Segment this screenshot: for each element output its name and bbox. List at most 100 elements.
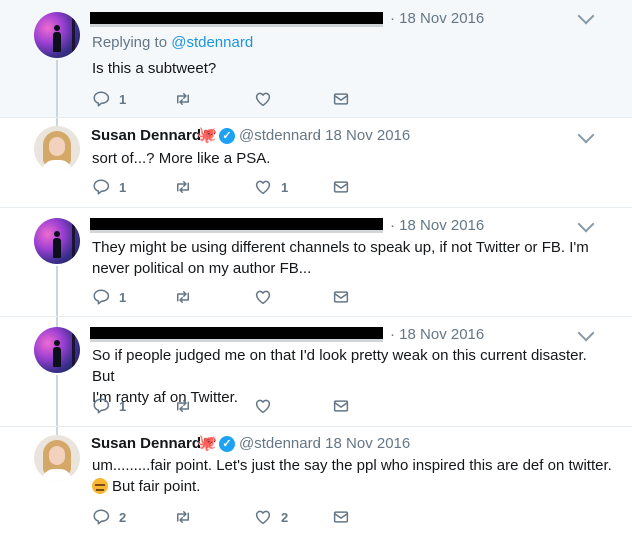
direct-message-button[interactable] xyxy=(332,396,350,416)
thread-connector xyxy=(56,427,58,435)
avatar[interactable] xyxy=(34,218,80,264)
reply-icon xyxy=(93,91,110,107)
retweet-icon xyxy=(177,400,189,412)
tweet-text-line: sort of...? More like a PSA. xyxy=(92,150,271,167)
retweet-button[interactable] xyxy=(174,396,201,416)
tweet[interactable]: · 18 Nov 2016 They might be using differ… xyxy=(0,208,632,317)
thread-connector xyxy=(56,60,58,118)
heart-icon xyxy=(255,290,271,305)
replying-to-label: Replying to xyxy=(92,34,168,51)
chevron-down-icon[interactable] xyxy=(577,215,595,233)
tweet-date[interactable]: · 18 Nov 2016 xyxy=(390,10,484,27)
tweet-text-line: Is this a subtweet? xyxy=(92,60,217,77)
retweet-button[interactable] xyxy=(174,89,201,109)
heart-icon xyxy=(255,180,271,195)
reply-button[interactable]: 1 xyxy=(92,177,126,197)
tweet-date[interactable]: · 18 Nov 2016 xyxy=(316,435,410,452)
verified-badge-icon: ✓ xyxy=(219,436,235,452)
chevron-down-icon[interactable] xyxy=(577,126,595,144)
tweet-text: So if people judged me on that I'd look … xyxy=(92,345,612,408)
like-button[interactable]: 2 xyxy=(254,507,288,527)
reply-count: 1 xyxy=(119,289,127,305)
reply-button[interactable]: 2 xyxy=(92,507,126,527)
reply-icon xyxy=(93,289,110,305)
avatar[interactable] xyxy=(34,126,80,172)
like-button[interactable]: 1 xyxy=(254,177,288,197)
tweet-text-line: I'm ranty af on Twitter. xyxy=(92,389,238,406)
tweet-text: um.........fair point. Let's just the sa… xyxy=(92,455,612,497)
reply-count: 1 xyxy=(119,398,127,414)
like-count: 2 xyxy=(281,509,289,525)
thread-connector xyxy=(56,266,58,317)
direct-message-button[interactable] xyxy=(332,287,350,307)
thread-connector xyxy=(56,375,58,427)
replying-to: Replying to @stdennard xyxy=(92,34,253,51)
like-count: 1 xyxy=(281,179,289,195)
chevron-down-icon[interactable] xyxy=(577,7,595,25)
envelope-icon xyxy=(333,291,349,303)
retweet-icon xyxy=(177,511,189,523)
reply-count: 2 xyxy=(119,509,127,525)
retweet-button[interactable] xyxy=(174,287,201,307)
avatar[interactable] xyxy=(34,435,80,481)
reply-button[interactable]: 1 xyxy=(92,89,126,109)
reply-icon xyxy=(93,509,110,525)
reply-icon xyxy=(93,398,110,414)
retweet-icon xyxy=(177,291,189,303)
thread-connector xyxy=(56,317,58,327)
like-button[interactable] xyxy=(254,287,281,307)
avatar[interactable] xyxy=(34,12,80,58)
octopus-emoji: 🐙 xyxy=(197,435,217,452)
tweet-text-line: But fair point. xyxy=(112,478,201,495)
envelope-icon xyxy=(333,93,349,105)
tweet-text: Is this a subtweet? xyxy=(92,58,612,79)
handle[interactable]: @stdennard xyxy=(239,127,321,144)
reply-button[interactable]: 1 xyxy=(92,287,126,307)
chevron-down-icon[interactable] xyxy=(577,324,595,342)
direct-message-button[interactable] xyxy=(332,177,350,197)
avatar[interactable] xyxy=(34,327,80,373)
redacted-display-name xyxy=(90,12,383,27)
tweet[interactable]: · 18 Nov 2016 So if people judged me on … xyxy=(0,317,632,427)
tweet-text: sort of...? More like a PSA. xyxy=(92,148,612,169)
heart-icon xyxy=(255,399,271,414)
tweet-text-line: um.........fair point. Let's just the sa… xyxy=(92,457,612,474)
tweet-text: They might be using different channels t… xyxy=(92,237,612,279)
octopus-emoji: 🐙 xyxy=(197,127,217,144)
heart-icon xyxy=(255,92,271,107)
replying-to-handle-link[interactable]: @stdennard xyxy=(171,34,253,51)
reply-count: 1 xyxy=(119,179,127,195)
redacted-display-name xyxy=(90,327,383,342)
retweet-icon xyxy=(177,181,189,193)
tweet-date[interactable]: · 18 Nov 2016 xyxy=(390,326,484,343)
handle[interactable]: @stdennard xyxy=(239,435,321,452)
envelope-icon xyxy=(333,181,349,193)
heart-icon xyxy=(255,510,271,525)
retweet-button[interactable] xyxy=(174,177,201,197)
display-name[interactable]: Susan Dennard xyxy=(91,435,201,452)
like-button[interactable] xyxy=(254,89,281,109)
display-name[interactable]: Susan Dennard xyxy=(91,127,201,144)
tweet-date[interactable]: · 18 Nov 2016 xyxy=(316,127,410,144)
expressionless-face-emoji xyxy=(92,478,108,494)
envelope-icon xyxy=(333,400,349,412)
tweet[interactable]: Susan Dennard 🐙 ✓ @stdennard · 18 Nov 20… xyxy=(0,427,632,534)
tweet-text-line: They might be using different channels t… xyxy=(92,239,589,256)
verified-badge-icon: ✓ xyxy=(219,128,235,144)
retweet-icon xyxy=(177,93,189,105)
reply-button[interactable]: 1 xyxy=(92,396,126,416)
reply-count: 1 xyxy=(119,91,127,107)
direct-message-button[interactable] xyxy=(332,507,350,527)
tweet-date[interactable]: · 18 Nov 2016 xyxy=(390,217,484,234)
like-button[interactable] xyxy=(254,396,281,416)
tweet[interactable]: Susan Dennard 🐙 ✓ @stdennard · 18 Nov 20… xyxy=(0,118,632,208)
retweet-button[interactable] xyxy=(174,507,201,527)
thread-connector xyxy=(56,118,58,126)
envelope-icon xyxy=(333,511,349,523)
tweet-text-line: never political on my author FB... xyxy=(92,260,312,277)
reply-icon xyxy=(93,179,110,195)
tweet-text-line-2: But fair point. xyxy=(92,476,612,497)
redacted-display-name xyxy=(90,218,383,233)
tweet[interactable]: · 18 Nov 2016 Replying to @stdennard Is … xyxy=(0,0,632,118)
direct-message-button[interactable] xyxy=(332,89,350,109)
